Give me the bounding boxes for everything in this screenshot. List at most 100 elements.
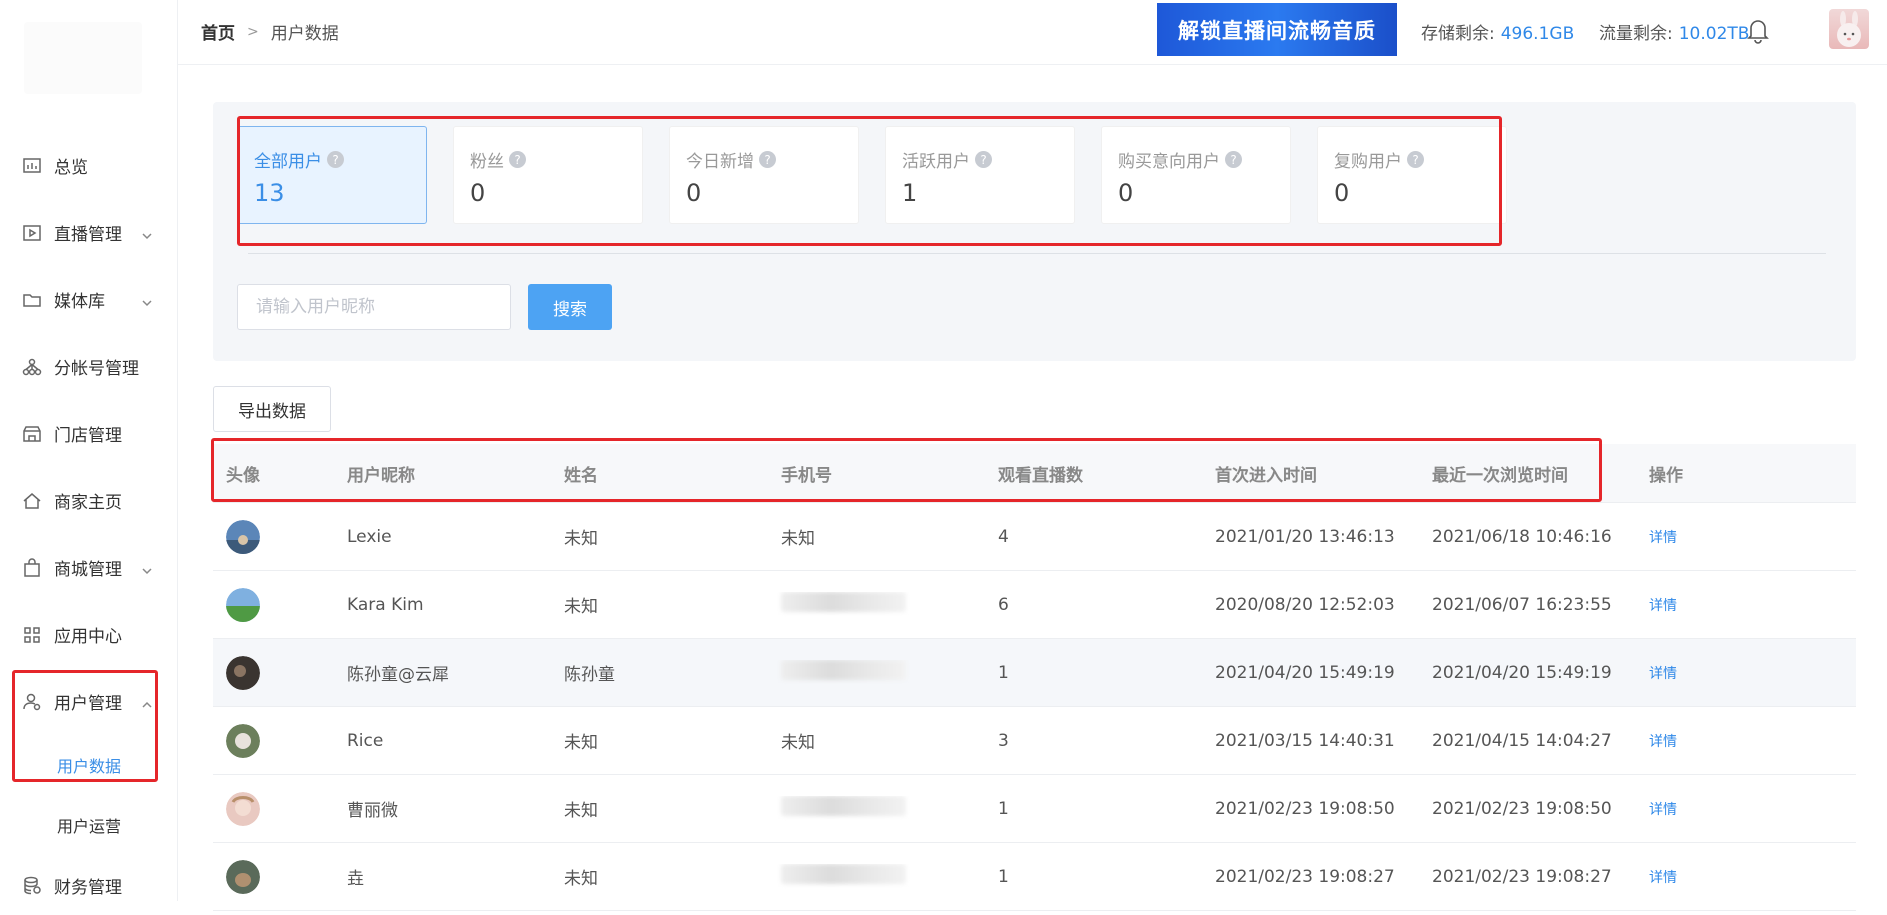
detail-link[interactable]: 详情 <box>1649 802 1677 818</box>
stat-value: 1 <box>902 179 918 207</box>
top-header: 首页 > 用户数据 解锁直播间流畅音质 存储剩余: 496.1GB 流量剩余: 10… <box>177 0 1887 65</box>
help-icon[interactable]: ? <box>1407 151 1424 168</box>
stat-label: 今日新增? <box>686 147 776 172</box>
detail-link[interactable]: 详情 <box>1649 734 1677 750</box>
help-icon[interactable]: ? <box>509 151 526 168</box>
column-header: 操作 <box>1649 465 1683 486</box>
help-icon[interactable]: ? <box>759 151 776 168</box>
user-icon <box>22 692 42 712</box>
redacted-phone <box>781 592 906 612</box>
table-row: 曹丽微 未知 1 2021/02/23 19:08:50 2021/02/23 … <box>213 775 1856 843</box>
first-visit-cell: 2021/02/23 19:08:27 <box>1215 866 1395 887</box>
stat-card-fans[interactable]: 粉丝? 0 <box>453 126 643 224</box>
avatar-cell <box>213 791 334 826</box>
phone-cell: 未知 <box>781 529 815 549</box>
stat-label-text: 购买意向用户 <box>1118 152 1220 172</box>
storage-value: 496.1GB <box>1500 24 1575 44</box>
coins-icon <box>22 875 42 895</box>
sidebar-item-label: 总览 <box>54 158 88 178</box>
sidebar-item-live[interactable]: 直播管理 <box>0 199 177 266</box>
phone-cell <box>768 660 985 685</box>
sidebar-subitem-user-data[interactable]: 用户数据 <box>0 735 177 795</box>
sidebar-item-subaccount[interactable]: 分帐号管理 <box>0 333 177 400</box>
avatar <box>226 587 260 622</box>
breadcrumb-current: 用户数据 <box>270 24 339 44</box>
first-visit-cell: 2021/01/20 13:46:13 <box>1215 526 1395 547</box>
avatar-cell <box>213 655 334 690</box>
sidebar-item-media[interactable]: 媒体库 <box>0 266 177 333</box>
stat-label: 活跃用户? <box>902 147 992 172</box>
org-icon <box>22 357 42 377</box>
nickname-search-input[interactable] <box>237 284 511 330</box>
help-icon[interactable]: ? <box>1225 151 1242 168</box>
sidebar-item-homepage[interactable]: 商家主页 <box>0 467 177 534</box>
sidebar: 总览 直播管理 媒体库 分帐号管理 门店管理 商家主页 商城管理 应用中心 用户… <box>0 0 178 901</box>
avatar-cell <box>213 587 334 622</box>
nickname-cell: Kara Kim <box>347 594 424 615</box>
storage-remaining: 存储剩余: 496.1GB <box>1421 19 1574 44</box>
breadcrumb-home[interactable]: 首页 <box>201 19 235 44</box>
logo <box>24 22 142 94</box>
phone-cell <box>768 864 985 889</box>
stat-card-all-users[interactable]: 全部用户? 13 <box>237 126 427 224</box>
last-visit-cell: 2021/04/15 14:04:27 <box>1432 730 1612 751</box>
stat-value: 0 <box>470 179 486 207</box>
avatar-cell <box>213 723 334 758</box>
stat-card-repurchase[interactable]: 复购用户? 0 <box>1317 126 1507 224</box>
sidebar-item-label: 财务管理 <box>54 877 122 898</box>
avatar <box>226 519 260 554</box>
sidebar-item-overview[interactable]: 总览 <box>0 132 177 199</box>
search-button[interactable]: 搜索 <box>528 284 612 330</box>
sidebar-item-mall[interactable]: 商城管理 <box>0 534 177 601</box>
column-header: 头像 <box>226 465 260 486</box>
sidebar-item-label: 媒体库 <box>54 292 105 312</box>
chevron-up-icon <box>141 696 153 708</box>
chevron-down-icon <box>141 562 153 574</box>
name-cell: 未知 <box>564 801 598 821</box>
sidebar-menu: 总览 直播管理 媒体库 分帐号管理 门店管理 商家主页 商城管理 应用中心 用户… <box>0 132 177 915</box>
detail-link[interactable]: 详情 <box>1649 598 1677 614</box>
action-cell: 详情 <box>1636 867 1856 887</box>
table-header: 头像 用户昵称 姓名 手机号 观看直播数 首次进入时间 最近一次浏览时间 操作 <box>213 444 1856 503</box>
detail-link[interactable]: 详情 <box>1649 870 1677 886</box>
detail-link[interactable]: 详情 <box>1649 666 1677 682</box>
export-data-button[interactable]: 导出数据 <box>213 386 331 432</box>
promo-banner[interactable]: 解锁直播间流畅音质 <box>1157 3 1397 56</box>
table-row: Lexie 未知 未知 4 2021/01/20 13:46:13 2021/0… <box>213 503 1856 571</box>
sidebar-item-apps[interactable]: 应用中心 <box>0 601 177 668</box>
panel-divider <box>248 253 1826 254</box>
stat-label: 粉丝? <box>470 147 526 172</box>
user-table: 头像 用户昵称 姓名 手机号 观看直播数 首次进入时间 最近一次浏览时间 操作 … <box>213 444 1856 911</box>
stat-label: 购买意向用户? <box>1118 147 1242 172</box>
column-header: 观看直播数 <box>998 465 1083 486</box>
user-avatar[interactable] <box>1829 9 1869 49</box>
action-cell: 详情 <box>1636 527 1856 547</box>
views-cell: 1 <box>998 662 1009 683</box>
name-cell: 未知 <box>564 529 598 549</box>
first-visit-cell: 2021/02/23 19:08:50 <box>1215 798 1395 819</box>
sidebar-item-users[interactable]: 用户管理 <box>0 668 177 735</box>
table-row: Rice 未知 未知 3 2021/03/15 14:40:31 2021/04… <box>213 707 1856 775</box>
stat-label-text: 复购用户 <box>1334 152 1402 172</box>
stat-card-purchase-intent[interactable]: 购买意向用户? 0 <box>1101 126 1291 224</box>
stat-card-new-today[interactable]: 今日新增? 0 <box>669 126 859 224</box>
name-cell: 未知 <box>564 733 598 753</box>
help-icon[interactable]: ? <box>975 151 992 168</box>
stat-card-active-users[interactable]: 活跃用户? 1 <box>885 126 1075 224</box>
bell-icon[interactable] <box>1745 16 1771 44</box>
sidebar-item-finance[interactable]: 财务管理 <box>0 855 177 915</box>
sidebar-subitem-user-ops[interactable]: 用户运营 <box>0 795 177 855</box>
help-icon[interactable]: ? <box>327 151 344 168</box>
redacted-phone <box>781 660 906 680</box>
name-cell: 未知 <box>564 597 598 617</box>
home-icon <box>22 491 42 511</box>
nickname-cell: Lexie <box>347 526 392 547</box>
last-visit-cell: 2021/02/23 19:08:50 <box>1432 798 1612 819</box>
breadcrumb: 首页 > 用户数据 <box>201 19 339 45</box>
sidebar-item-label: 门店管理 <box>54 426 122 446</box>
avatar <box>226 791 260 826</box>
phone-cell <box>768 796 985 821</box>
detail-link[interactable]: 详情 <box>1649 530 1677 546</box>
views-cell: 6 <box>998 594 1009 615</box>
sidebar-item-store[interactable]: 门店管理 <box>0 400 177 467</box>
